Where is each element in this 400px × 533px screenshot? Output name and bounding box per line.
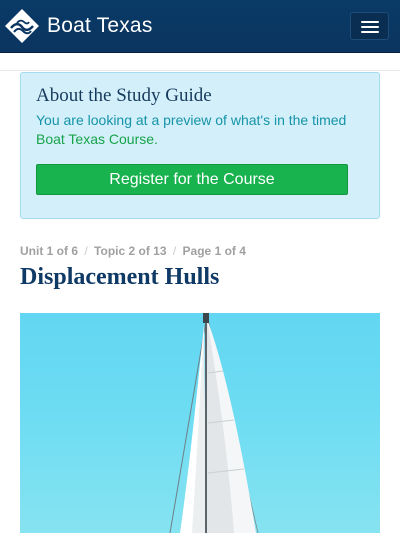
menu-toggle-button[interactable] — [350, 12, 389, 40]
breadcrumb-unit[interactable]: Unit 1 of 6 — [20, 244, 78, 258]
register-button[interactable]: Register for the Course — [36, 164, 348, 195]
study-guide-title: About the Study Guide — [36, 85, 212, 106]
breadcrumb-separator: / — [172, 244, 177, 258]
breadcrumb-topic[interactable]: Topic 2 of 13 — [94, 244, 166, 258]
breadcrumb-separator: / — [84, 244, 88, 258]
brand-link[interactable]: Boat Texas — [5, 9, 153, 43]
sailboat-illustration — [169, 313, 259, 533]
top-navbar: Boat Texas — [0, 0, 400, 53]
hamburger-menu-icon — [361, 21, 379, 23]
breadcrumb-page: Page 1 of 4 — [182, 244, 246, 258]
sailboat-photo — [20, 313, 380, 533]
page-title: Displacement Hulls — [20, 264, 220, 290]
study-guide-text: You are looking at a preview of what's i… — [36, 111, 371, 149]
header-divider — [0, 70, 400, 71]
study-guide-description: You are looking at a preview of what's i… — [36, 112, 347, 128]
diamond-wave-logo-icon — [5, 9, 39, 43]
study-guide-panel: About the Study Guide You are looking at… — [20, 72, 380, 219]
course-link[interactable]: Boat Texas Course. — [36, 131, 158, 147]
brand-name: Boat Texas — [47, 14, 153, 37]
breadcrumb: Unit 1 of 6 / Topic 2 of 13 / Page 1 of … — [20, 244, 246, 258]
